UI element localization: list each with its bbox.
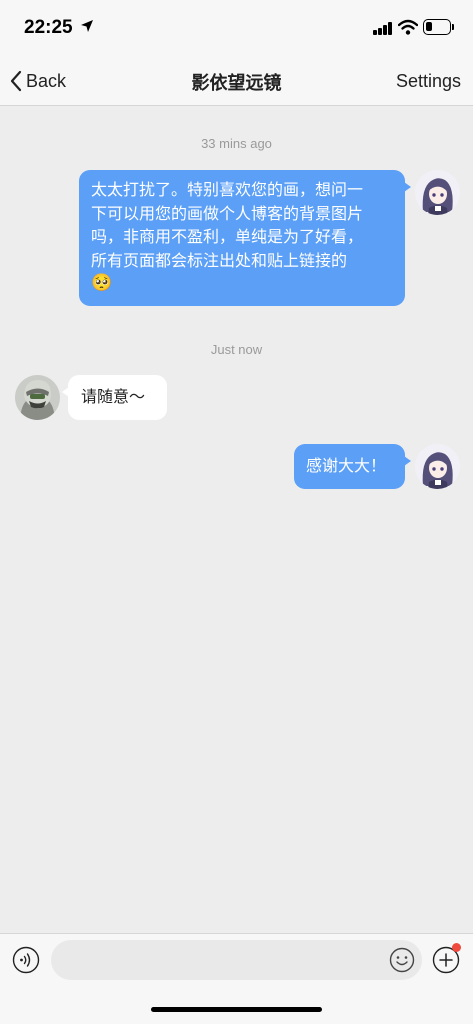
avatar-self[interactable] [415,170,460,215]
armored-character-avatar-icon [15,375,60,420]
message-timestamp: 33 mins ago [201,136,272,151]
settings-button[interactable]: Settings [396,71,461,92]
battery-level [426,22,433,31]
smiley-icon[interactable] [389,947,415,973]
cellular-signal-icon [373,22,393,35]
avatar-self[interactable] [415,444,460,489]
status-time: 22:25 [24,17,73,38]
message-timestamp: Just now [210,342,263,357]
battery-cap [452,24,454,30]
voice-input-icon[interactable] [12,946,40,974]
avatar-contact[interactable] [15,375,60,420]
message-bubble-outgoing[interactable]: 感谢大大！ [294,444,411,489]
anime-girl-avatar-icon [415,444,460,489]
notification-badge [452,943,461,952]
wifi-icon [398,19,418,35]
message-bubble-incoming[interactable]: 请随意～ [62,375,167,420]
message-text: 请随意～ [81,387,146,406]
battery-icon [423,19,451,35]
anime-girl-avatar-icon [415,170,460,215]
pleading-face-emoji: 🥺 [91,273,113,293]
nav-bar: Back 影依望远镜 Settings [0,56,473,106]
message-text-line: 吗，非商用不盈利，单纯是为了好看， [91,227,364,246]
status-bar: 22:25 [0,0,473,56]
message-text-line: 下可以用您的画做个人博客的背景图片 [91,203,364,223]
location-arrow-icon [81,20,93,32]
message-text: 感谢大大！ [306,456,387,475]
message-input[interactable] [51,940,422,980]
message-bubble-outgoing[interactable]: 太太打扰了。特别喜欢您的画，想问一 下可以用您的画做个人博客的背景图片 吗，非商… [79,170,411,306]
message-text-line: 所有页面都会标注出处和贴上链接的 [91,250,348,270]
message-text-line: 太太打扰了。特别喜欢您的画，想问一 [91,180,364,199]
home-indicator [151,1007,322,1012]
